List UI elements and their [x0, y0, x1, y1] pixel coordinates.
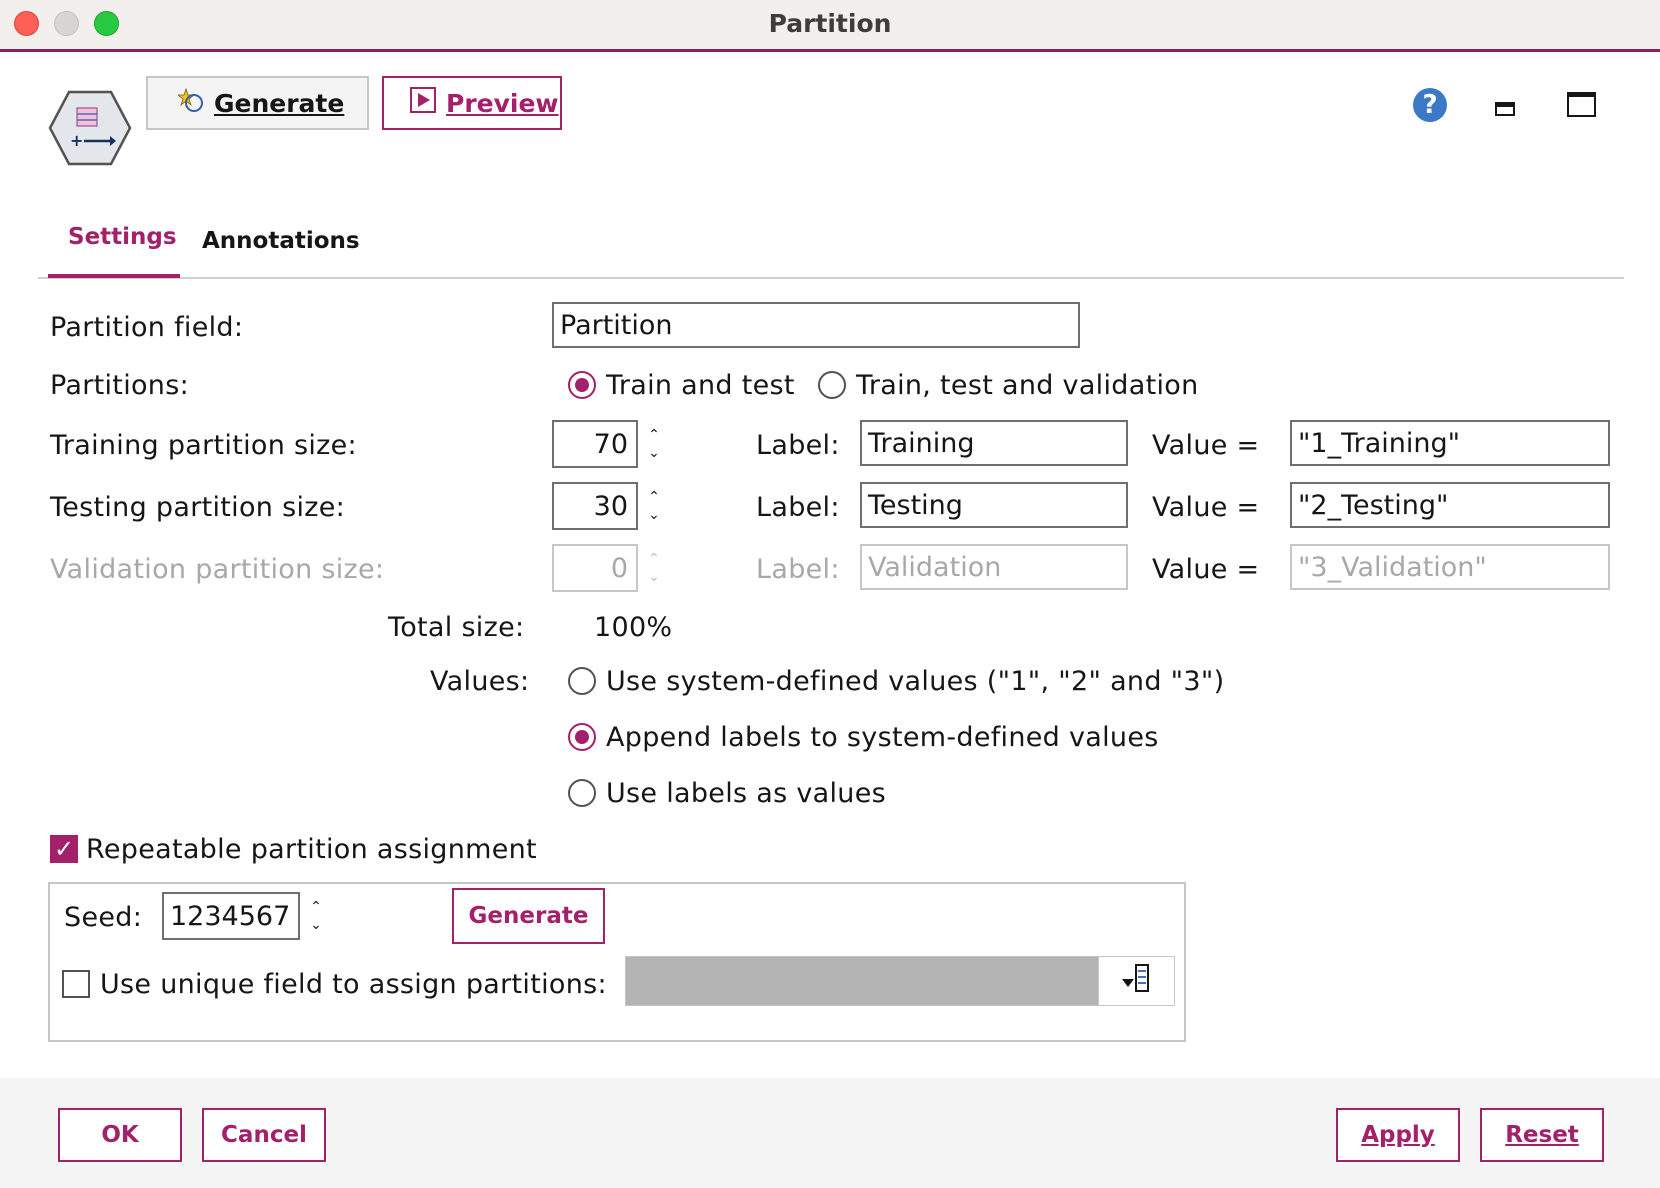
radio-train-test-validation-label: Train, test and validation [856, 370, 1199, 401]
seed-label: Seed: [64, 902, 143, 933]
validation-value-input[interactable]: "3_Validation" [1290, 544, 1610, 590]
total-size-label: Total size: [388, 612, 525, 643]
help-icon[interactable]: ? [1413, 88, 1447, 122]
tab-divider [38, 277, 1624, 279]
radio-system-defined-values-label: Use system-defined values ("1", "2" and … [606, 666, 1225, 697]
training-value-input[interactable]: "1_Training" [1290, 420, 1610, 466]
testing-size-label: Testing partition size: [50, 492, 346, 523]
testing-size-input[interactable]: 30 [552, 482, 638, 530]
reset-button[interactable]: Reset [1480, 1108, 1604, 1162]
unique-field-select[interactable] [625, 956, 1175, 1006]
radio-system-defined-values[interactable] [568, 667, 596, 695]
apply-button[interactable]: Apply [1336, 1108, 1460, 1162]
preview-play-icon [410, 87, 436, 119]
window-title: Partition [768, 9, 892, 38]
partition-field-input[interactable]: Partition [552, 302, 1080, 348]
training-size-label: Training partition size: [50, 430, 357, 461]
validation-size-stepper[interactable]: ⌃ ⌄ [640, 544, 668, 592]
training-size-input[interactable]: 70 [552, 420, 638, 468]
minimize-panel-icon[interactable] [1495, 102, 1515, 116]
preview-button-label: Preview [446, 88, 559, 118]
chevron-down-icon[interactable]: ⌄ [310, 916, 322, 934]
generate-button[interactable]: Generate [146, 76, 369, 130]
active-tab-indicator [48, 274, 180, 278]
validation-size-label: Validation partition size: [50, 554, 385, 585]
validation-value-caption: Value = [1152, 554, 1260, 585]
training-value-caption: Value = [1152, 430, 1260, 461]
testing-label-caption: Label: [756, 492, 840, 523]
testing-value-input[interactable]: "2_Testing" [1290, 482, 1610, 528]
testing-label-input[interactable]: Testing [860, 482, 1128, 528]
radio-append-labels-label: Append labels to system-defined values [606, 722, 1159, 753]
unique-field-checkbox[interactable] [62, 970, 90, 998]
chevron-down-icon[interactable]: ⌄ [648, 506, 660, 524]
repeatable-checkbox[interactable]: ✓ [50, 835, 78, 863]
ok-button[interactable]: OK [58, 1108, 182, 1162]
chevron-up-icon[interactable]: ⌃ [648, 426, 660, 444]
maximize-panel-icon[interactable] [1567, 92, 1596, 117]
training-label-input[interactable]: Training [860, 420, 1128, 466]
svg-text:+: + [70, 131, 83, 150]
radio-labels-as-values-label: Use labels as values [606, 778, 886, 809]
field-picker-button[interactable] [1098, 956, 1175, 1006]
generate-wand-icon [176, 87, 204, 119]
partitions-label: Partitions: [50, 370, 189, 401]
radio-train-and-test[interactable] [568, 371, 596, 399]
cancel-button[interactable]: Cancel [202, 1108, 326, 1162]
seed-input[interactable]: 1234567 [162, 892, 300, 940]
chevron-up-icon[interactable]: ⌃ [310, 898, 322, 916]
repeatable-label: Repeatable partition assignment [86, 834, 537, 865]
chevron-down-icon[interactable]: ⌄ [648, 568, 660, 586]
training-size-stepper[interactable]: ⌃ ⌄ [640, 420, 668, 468]
partition-node-icon: + [48, 90, 132, 166]
radio-labels-as-values[interactable] [568, 779, 596, 807]
tab-annotations[interactable]: Annotations [202, 228, 360, 254]
generate-seed-button[interactable]: Generate [452, 888, 605, 944]
radio-append-labels[interactable] [568, 723, 596, 751]
chevron-up-icon[interactable]: ⌃ [648, 550, 660, 568]
tab-settings[interactable]: Settings [68, 224, 177, 250]
validation-size-input[interactable]: 0 [552, 544, 638, 592]
unique-field-label: Use unique field to assign partitions: [100, 969, 607, 1000]
field-picker-icon [1120, 963, 1154, 999]
radio-train-test-validation[interactable] [818, 371, 846, 399]
radio-train-and-test-label: Train and test [606, 370, 795, 401]
validation-label-caption: Label: [756, 554, 840, 585]
partition-field-label: Partition field: [50, 312, 244, 343]
generate-button-label: Generate [214, 88, 345, 118]
chevron-down-icon[interactable]: ⌄ [648, 444, 660, 462]
values-label: Values: [430, 666, 530, 697]
testing-value-caption: Value = [1152, 492, 1260, 523]
preview-button[interactable]: Preview [382, 76, 562, 130]
total-size-value: 100% [594, 612, 673, 643]
seed-stepper[interactable]: ⌃ ⌄ [302, 892, 330, 940]
training-label-caption: Label: [756, 430, 840, 461]
validation-label-input[interactable]: Validation [860, 544, 1128, 590]
testing-size-stepper[interactable]: ⌃ ⌄ [640, 482, 668, 530]
chevron-up-icon[interactable]: ⌃ [648, 488, 660, 506]
